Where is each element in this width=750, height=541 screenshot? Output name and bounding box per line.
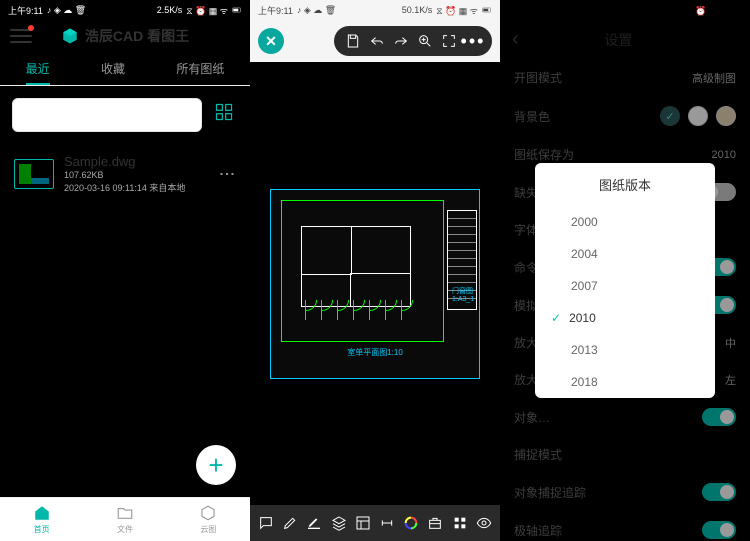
status-net: 2.5K/s [157, 5, 183, 15]
tab-all[interactable]: 所有图纸 [176, 52, 224, 85]
bottom-nav: 首页 文件 云图 [0, 497, 250, 541]
option-2007[interactable]: 2007 [535, 270, 715, 302]
zoom-button[interactable] [414, 30, 436, 52]
pencil-icon[interactable] [280, 513, 300, 533]
comment-icon[interactable] [256, 513, 276, 533]
nav-files-label: 文件 [117, 524, 133, 535]
app-title: 浩辰CAD 看图王 [85, 26, 189, 46]
close-button[interactable]: ✕ [258, 28, 284, 54]
status-net: 50.1K/s [402, 5, 433, 15]
nav-files[interactable]: 文件 [83, 498, 166, 541]
nav-cloud-label: 云图 [200, 524, 216, 535]
cad-drawing: 门窗图1:A3_1 室单平面图1:10 [270, 189, 480, 379]
status-time: 上午9:11 [258, 4, 293, 17]
save-button[interactable] [342, 30, 364, 52]
toolbox-icon[interactable] [425, 513, 445, 533]
table-text: 门窗图1:A3_1 [452, 286, 476, 303]
apps-icon[interactable] [450, 513, 470, 533]
option-2004[interactable]: 2004 [535, 238, 715, 270]
eye-icon[interactable] [474, 513, 494, 533]
file-thumbnail [14, 159, 54, 189]
option-label: 2018 [571, 375, 598, 389]
option-label: 2013 [571, 343, 598, 357]
file-size: 107.62KB [64, 169, 207, 182]
file-date: 2020-03-16 09:11:14 来自本地 [64, 182, 207, 195]
more-button[interactable]: ••• [462, 30, 484, 52]
status-time: 上午9:11 [8, 4, 43, 17]
tab-favorite[interactable]: 收藏 [101, 52, 125, 85]
redo-button[interactable] [390, 30, 412, 52]
status-time: 上午9:11 [508, 4, 543, 17]
option-label: 2007 [571, 279, 598, 293]
version-dialog: 图纸版本 2000 2004 2007 ✓ 2010 2013 2018 [535, 163, 715, 398]
drawing-caption: 室单平面图1:10 [347, 347, 403, 358]
option-label: 2000 [571, 215, 598, 229]
status-bar: 上午9:11 ♪ ◈ ☁ 🗑 50.1K/s ⧖ ⏰ ▦ ᯤ [250, 0, 500, 20]
option-label: 2004 [571, 247, 598, 261]
check-icon: ✓ [551, 311, 561, 325]
layers-icon[interactable] [329, 513, 349, 533]
dialog-title: 图纸版本 [535, 163, 715, 206]
dialog-overlay[interactable]: 图纸版本 2000 2004 2007 ✓ 2010 2013 2018 [500, 20, 750, 541]
status-net: 226K/s [654, 5, 682, 15]
status-bar: 上午9:11 ♪ ◈ ☁ 🗑 226K/s ⧖ ⏰ ▦ ᯤ [500, 0, 750, 20]
nav-cloud[interactable]: 云图 [167, 498, 250, 541]
file-more-button[interactable]: ⋮ [217, 166, 236, 182]
search-input[interactable] [12, 98, 202, 132]
viewer-toolbar: ✕ ••• [250, 20, 500, 62]
option-2013[interactable]: 2013 [535, 334, 715, 366]
option-2018[interactable]: 2018 [535, 366, 715, 398]
bottom-toolbar [250, 505, 500, 541]
option-2010[interactable]: ✓ 2010 [535, 302, 715, 334]
app-logo: 浩辰CAD 看图王 [61, 26, 189, 46]
undo-button[interactable] [366, 30, 388, 52]
tabs: 最近 收藏 所有图纸 [0, 52, 250, 86]
grid-view-button[interactable] [210, 98, 238, 126]
option-label: 2010 [569, 311, 596, 325]
measure-icon[interactable] [377, 513, 397, 533]
file-item[interactable]: Sample.dwg 107.62KB 2020-03-16 09:11:14 … [0, 144, 250, 204]
add-button[interactable]: + [196, 445, 236, 485]
layout-icon[interactable] [353, 513, 373, 533]
option-2000[interactable]: 2000 [535, 206, 715, 238]
fullscreen-button[interactable] [438, 30, 460, 52]
cad-canvas[interactable]: 门窗图1:A3_1 室单平面图1:10 [250, 62, 500, 505]
color-icon[interactable] [401, 513, 421, 533]
menu-button[interactable] [10, 27, 32, 45]
app-header: 浩辰CAD 看图王 [0, 20, 250, 52]
nav-home-label: 首页 [34, 524, 50, 535]
status-bar: 上午9:11 ♪ ◈ ☁ 🗑 2.5K/s ⧖ ⏰ ▦ ᯤ [0, 0, 250, 20]
edit-icon[interactable] [304, 513, 324, 533]
file-name: Sample.dwg [64, 154, 207, 169]
tab-recent[interactable]: 最近 [26, 52, 50, 85]
nav-home[interactable]: 首页 [0, 498, 83, 541]
